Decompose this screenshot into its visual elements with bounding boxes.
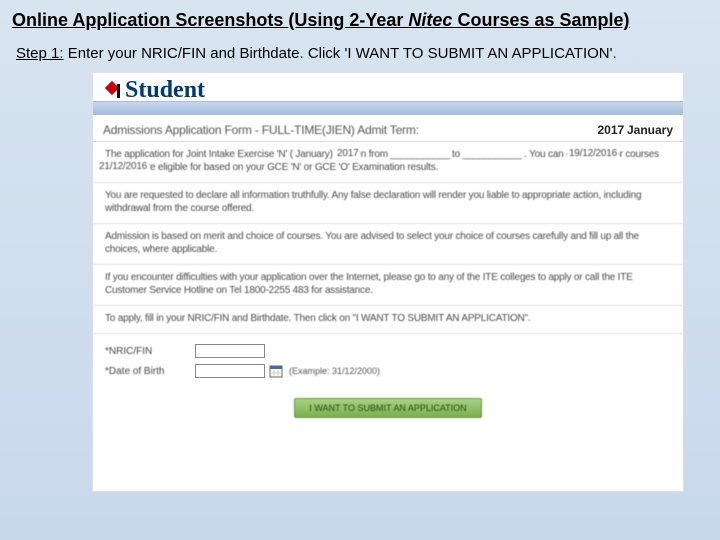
date-end: 21/12/2016: [97, 160, 149, 173]
step-instruction: Step 1: Enter your NRIC/FIN and Birthdat…: [12, 45, 708, 62]
submit-button[interactable]: I WANT TO SUBMIT AN APPLICATION: [294, 398, 481, 418]
paragraph-difficulties: If you encounter difficulties with your …: [93, 265, 683, 306]
nric-input[interactable]: [195, 344, 265, 358]
paragraph-declare: You are requested to declare all informa…: [93, 183, 683, 224]
dob-label: *Date of Birth: [105, 366, 195, 377]
calendar-icon[interactable]: [269, 364, 283, 378]
embedded-screenshot: Student Admissions Application Form - FU…: [92, 72, 684, 492]
form-title-row: Admissions Application Form - FULL-TIME(…: [93, 115, 683, 142]
student-logo: Student: [103, 77, 205, 104]
logo-text: Student: [125, 77, 205, 104]
paragraph-apply: To apply, fill in your NRIC/FIN and Birt…: [93, 306, 683, 334]
dob-example: (Example: 31/12/2000): [289, 366, 380, 376]
admit-term: 2017 January: [597, 123, 673, 137]
app-header: Student: [93, 73, 683, 115]
paragraph-admission: Admission is based on merit and choice o…: [93, 224, 683, 265]
year-inline: 2017: [335, 147, 360, 160]
logo-icon: [103, 81, 123, 101]
form-title: Admissions Application Form - FULL-TIME(…: [103, 123, 419, 137]
intro-paragraph: The application for Joint Intake Exercis…: [93, 142, 683, 183]
dob-input[interactable]: [195, 364, 265, 378]
nric-label: *NRIC/FIN: [105, 346, 195, 357]
date-start: 19/12/2016: [567, 147, 619, 160]
form-inputs: *NRIC/FIN *Date of Birth (Example: 31/12…: [93, 334, 683, 428]
slide-title: Online Application Screenshots (Using 2-…: [12, 10, 708, 31]
